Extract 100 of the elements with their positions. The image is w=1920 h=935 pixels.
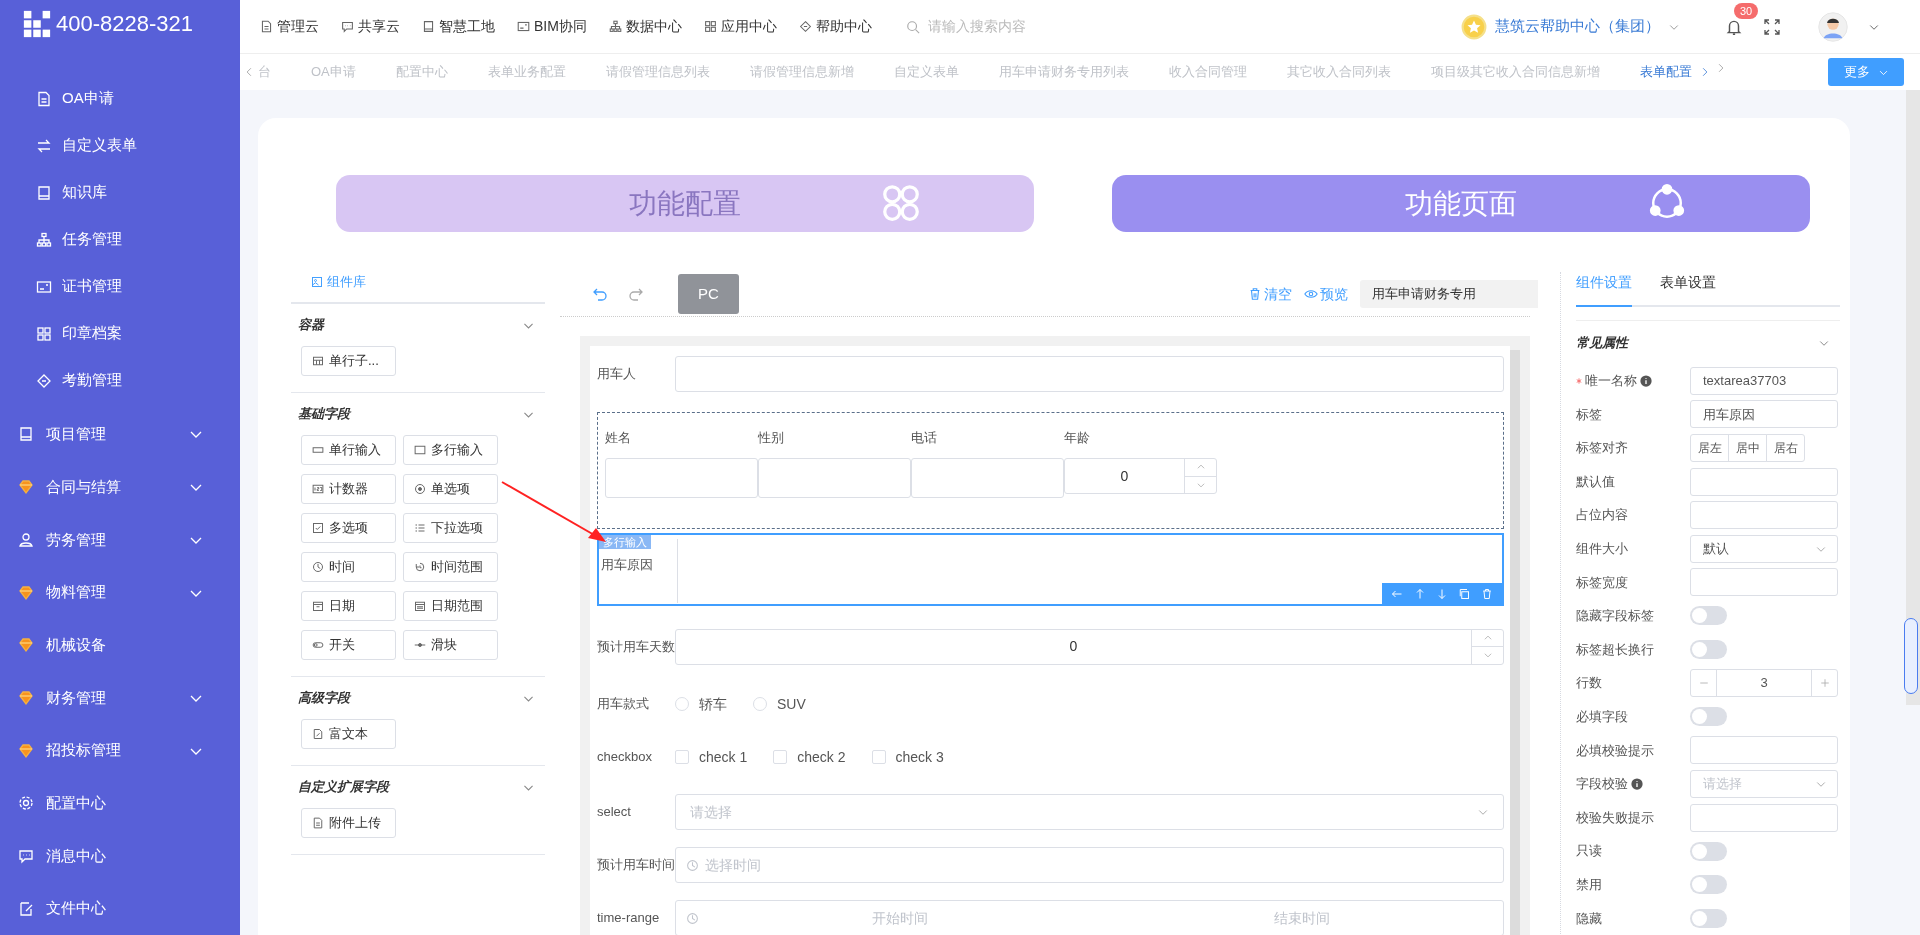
checkbox-option[interactable]: check 3 xyxy=(871,746,944,768)
toggle-switch[interactable] xyxy=(1690,841,1727,861)
component-button[interactable]: 时间 xyxy=(301,552,396,582)
gem-icon xyxy=(18,479,34,496)
gem-icon xyxy=(18,584,34,601)
input-field[interactable] xyxy=(1690,467,1838,496)
input-field[interactable] xyxy=(605,458,758,498)
undo-icon xyxy=(592,286,608,302)
component-button[interactable]: 计数器 xyxy=(301,474,396,504)
component-button[interactable]: 开关 xyxy=(301,630,396,660)
nav-link[interactable]: 数据中心 xyxy=(608,16,682,37)
number-field[interactable]: 0 xyxy=(1064,458,1217,494)
toggle-switch[interactable] xyxy=(1690,875,1727,895)
book-icon xyxy=(18,426,34,443)
sidebar-item[interactable]: 物料管理 xyxy=(0,566,240,619)
radio-option[interactable]: 轿车 xyxy=(675,693,727,715)
sidebar-item[interactable]: 任务管理 xyxy=(0,216,240,264)
sidebar-item[interactable]: 合同与结算 xyxy=(0,460,240,514)
field-label: 姓名 xyxy=(605,429,632,447)
side-handle[interactable] xyxy=(1904,618,1918,694)
form-row[interactable]: 预计用车时间 选择时间 xyxy=(597,844,1504,883)
field-label: 电话 xyxy=(911,429,938,447)
grid-container[interactable]: 姓名 性别 电话 年龄 0 xyxy=(597,412,1504,530)
sidebar-item[interactable]: 配置中心 xyxy=(0,776,240,830)
component-button[interactable]: 日期 xyxy=(301,591,396,621)
gem-icon xyxy=(18,689,34,706)
component-button[interactable]: 单选项 xyxy=(403,474,498,504)
input-field[interactable] xyxy=(911,458,1064,498)
clock-icon xyxy=(686,858,699,872)
sidebar-item[interactable]: 机械设备 xyxy=(0,618,240,672)
select-field[interactable]: 默认 xyxy=(1690,534,1838,563)
stepper-field[interactable]: 3 xyxy=(1690,669,1838,698)
sidebar-item[interactable]: 考勤管理 xyxy=(0,357,240,405)
input-field[interactable] xyxy=(1690,568,1838,597)
sidebar-item[interactable]: 文件中心 xyxy=(0,882,240,935)
nav-link[interactable]: 应用中心 xyxy=(703,16,777,37)
radio-icon xyxy=(414,483,426,495)
textarea-field[interactable] xyxy=(677,539,1502,604)
input-field[interactable] xyxy=(1690,501,1838,530)
organization-menu[interactable]: 慧筑云帮助中心（集团） xyxy=(1461,13,1680,40)
input-field[interactable]: 用车原因 xyxy=(1690,400,1838,429)
sidebar-item[interactable]: 项目管理 xyxy=(0,408,240,461)
input-field[interactable] xyxy=(1690,736,1838,765)
segment-button[interactable]: 居左 xyxy=(1690,434,1729,462)
sidebar-item[interactable]: 知识库 xyxy=(0,169,240,217)
selected-field[interactable]: 多行输入 用车原因 xyxy=(597,533,1504,606)
component-button[interactable]: 多行输入 xyxy=(403,435,498,465)
input-field[interactable] xyxy=(675,356,1504,392)
scrollbar[interactable] xyxy=(1906,90,1920,705)
checkbox-option[interactable]: check 1 xyxy=(675,746,748,768)
sidebar-item[interactable]: 财务管理 xyxy=(0,671,240,725)
segment-button[interactable]: 居右 xyxy=(1766,434,1805,462)
component-button[interactable]: 时间范围 xyxy=(403,552,498,582)
nav-link[interactable]: 管理云 xyxy=(260,16,319,37)
sidebar-item[interactable]: 消息中心 xyxy=(0,829,240,883)
property-label: 标签 xyxy=(1576,405,1602,424)
property-label: 唯一名称 xyxy=(1585,372,1637,391)
nav-link[interactable]: BIM协同 xyxy=(517,16,587,37)
sidebar-item[interactable]: OA申请 xyxy=(0,75,240,123)
toggle-switch[interactable] xyxy=(1690,640,1727,660)
calendar-range-icon xyxy=(414,600,426,612)
sidebar-item[interactable]: 劳务管理 xyxy=(0,513,240,567)
toggle-switch[interactable] xyxy=(1690,908,1727,928)
rich-text-icon xyxy=(312,728,324,740)
component-button[interactable]: 多选项 xyxy=(301,513,396,543)
form-row[interactable]: 预计用车天数 0 xyxy=(597,625,1504,665)
edit-icon xyxy=(18,900,34,917)
component-button[interactable]: 日期范围 xyxy=(403,591,498,621)
sidebar-item[interactable]: 证书管理 xyxy=(0,263,240,311)
form-row[interactable]: checkbox check 1 check 2 check 3 xyxy=(597,737,1504,773)
component-button[interactable]: 单行子... xyxy=(301,346,396,376)
form-row[interactable]: 用车人 xyxy=(597,353,1504,392)
component-button[interactable]: 下拉选项 xyxy=(403,513,498,543)
sidebar-item[interactable]: 印章档案 xyxy=(0,310,240,358)
radio-option[interactable]: SUV xyxy=(753,693,806,715)
toggle-switch[interactable] xyxy=(1690,707,1727,727)
tab[interactable]: 表单配置 xyxy=(1639,62,1692,82)
nav-link[interactable]: 帮助中心 xyxy=(798,16,872,37)
form-row[interactable]: 用车款式 轿车 SUV xyxy=(597,684,1504,720)
checkbox-option[interactable]: check 2 xyxy=(773,746,846,768)
sidebar-item[interactable]: 招投标管理 xyxy=(0,724,240,777)
component-button[interactable]: 富文本 xyxy=(301,719,396,749)
number-field[interactable]: 0 xyxy=(675,628,1504,665)
component-button[interactable]: 滑块 xyxy=(403,630,498,660)
tag-icon xyxy=(798,20,812,33)
input-field[interactable] xyxy=(1690,803,1838,832)
settings-tab[interactable]: 表单设置 xyxy=(1660,272,1716,307)
nav-link[interactable]: 智慧工地 xyxy=(422,16,495,37)
nav-link[interactable]: 共享云 xyxy=(341,16,400,37)
form-row[interactable]: select 请选择 xyxy=(597,791,1504,830)
input-field[interactable] xyxy=(758,458,911,498)
component-button[interactable]: 单行输入 xyxy=(301,435,396,465)
sidebar-item[interactable]: 自定义表单 xyxy=(0,122,240,170)
form-row[interactable]: time-range 开始时间 结束时间 xyxy=(597,897,1504,935)
toggle-switch[interactable] xyxy=(1690,606,1727,626)
search-field[interactable]: 请输入搜索内容 xyxy=(927,16,1168,37)
scrollbar[interactable] xyxy=(1510,350,1520,935)
input-field[interactable]: textarea37703 xyxy=(1690,366,1838,395)
component-button[interactable]: 附件上传 xyxy=(301,808,396,838)
segment-button[interactable]: 居中 xyxy=(1728,434,1767,462)
